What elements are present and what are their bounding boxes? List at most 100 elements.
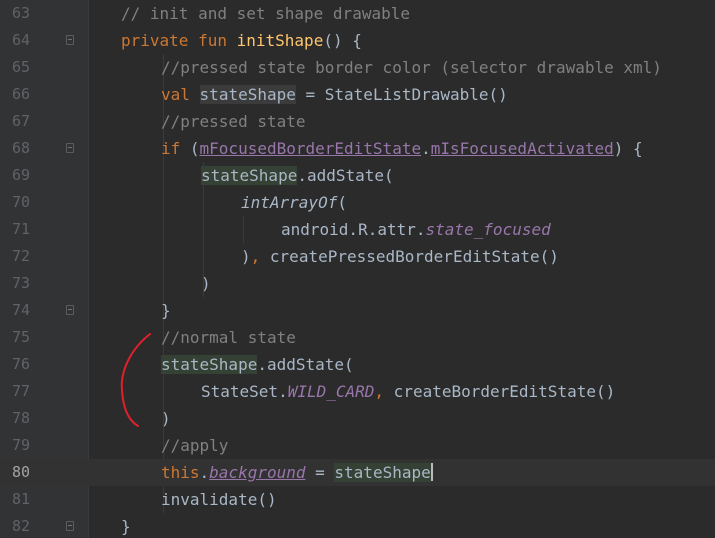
code-text: .addState( <box>257 355 354 374</box>
line-code: private fun initShape() { <box>121 27 362 54</box>
code-line[interactable]: 76 stateShape.addState( <box>0 351 715 378</box>
code-text: ) { <box>613 139 643 158</box>
line-code: ), createPressedBorderEditState() <box>241 243 559 270</box>
code-text: . <box>199 463 210 482</box>
line-code: //pressed state <box>161 108 306 135</box>
code-text: ) <box>161 409 171 428</box>
line-code: stateShape.addState( <box>161 351 354 378</box>
property-reference[interactable]: mIsFocusedActivated <box>431 139 614 158</box>
code-text: } <box>161 301 171 320</box>
line-code: stateShape.addState( <box>201 162 394 189</box>
comment: //normal state <box>161 328 296 347</box>
line-code: // init and set shape drawable <box>121 0 410 27</box>
code-line[interactable]: 75 //normal state <box>0 324 715 351</box>
keyword: private <box>121 31 189 50</box>
line-number: 66 <box>11 85 30 103</box>
code-text: .addState( <box>297 166 394 185</box>
line-number: 74 <box>11 301 30 319</box>
line-code: ) <box>201 270 211 297</box>
line-number: 72 <box>11 247 30 265</box>
code-line[interactable]: 72 ), createPressedBorderEditState() <box>0 243 715 270</box>
line-code: } <box>121 513 131 538</box>
code-line[interactable]: 79 //apply <box>0 432 715 459</box>
variable-usage-highlight: stateShape <box>161 355 258 374</box>
code-text: invalidate() <box>161 490 277 509</box>
line-number: 68 <box>11 139 30 157</box>
line-code: } <box>161 297 171 324</box>
code-line[interactable]: 69 stateShape.addState( <box>0 162 715 189</box>
code-text: } <box>121 517 131 536</box>
text-caret <box>430 463 433 481</box>
line-number: 79 <box>11 436 30 454</box>
code-text: () { <box>323 31 362 50</box>
code-text: android.R.attr. <box>281 220 426 239</box>
property-reference[interactable]: background <box>209 463 305 482</box>
line-number: 82 <box>11 517 30 535</box>
line-code: val stateShape = StateListDrawable() <box>161 81 508 108</box>
line-number: 76 <box>11 355 30 373</box>
line-number: 64 <box>11 31 30 49</box>
code-text: ) <box>201 274 211 293</box>
line-code: intArrayOf( <box>241 189 347 216</box>
code-line[interactable]: 68 if (mFocusedBorderEditState.mIsFocuse… <box>0 135 715 162</box>
fold-collapse-icon[interactable] <box>66 35 74 45</box>
keyword: this <box>161 463 200 482</box>
code-text: StateSet. <box>201 382 288 401</box>
line-number: 69 <box>11 166 30 184</box>
variable-usage-highlight: stateShape <box>201 166 298 185</box>
fold-end-icon[interactable] <box>66 305 74 315</box>
fold-collapse-icon[interactable] <box>66 143 74 153</box>
function-name: initShape <box>236 31 324 50</box>
line-number: 65 <box>11 58 30 76</box>
comma: , <box>374 382 385 401</box>
code-text: ( <box>337 193 347 212</box>
static-field: state_focused <box>425 220 551 239</box>
code-line[interactable]: 77 StateSet.WILD_CARD, createBorderEditS… <box>0 378 715 405</box>
comment: //pressed state border color (selector d… <box>161 58 662 77</box>
line-number: 63 <box>11 4 30 22</box>
code-line-current[interactable]: 80 this.background = stateShape <box>0 459 715 486</box>
line-code: android.R.attr.state_focused <box>281 216 551 243</box>
code-text: = StateListDrawable() <box>295 85 508 104</box>
line-code: //pressed state border color (selector d… <box>161 54 662 81</box>
red-bracket-annotation <box>120 333 151 427</box>
line-number: 78 <box>11 409 30 427</box>
line-number: 67 <box>11 112 30 130</box>
comment: // init and set shape drawable <box>121 4 410 23</box>
keyword: if <box>161 139 181 158</box>
code-line[interactable]: 82 } <box>0 513 715 538</box>
code-line[interactable]: 66 val stateShape = StateListDrawable() <box>0 81 715 108</box>
code-line[interactable]: 64 private fun initShape() { <box>0 27 715 54</box>
code-line[interactable]: 70 intArrayOf( <box>0 189 715 216</box>
keyword: fun <box>198 31 227 50</box>
code-text: . <box>421 139 431 158</box>
code-text: createBorderEditState() <box>384 382 616 401</box>
line-code: invalidate() <box>161 486 277 513</box>
code-line[interactable]: 71 android.R.attr.state_focused <box>0 216 715 243</box>
code-line[interactable]: 65 //pressed state border color (selecto… <box>0 54 715 81</box>
line-number: 73 <box>11 274 30 292</box>
code-text: ) <box>241 247 251 266</box>
line-number: 81 <box>11 490 30 508</box>
static-field: WILD_CARD <box>287 382 375 401</box>
comment: //apply <box>161 436 229 455</box>
line-code: this.background = stateShape <box>161 459 433 486</box>
code-line[interactable]: 81 invalidate() <box>0 486 715 513</box>
property-reference[interactable]: mFocusedBorderEditState <box>200 139 422 158</box>
keyword: val <box>161 85 190 104</box>
code-line[interactable]: 74 } <box>0 297 715 324</box>
function-call: intArrayOf <box>241 193 338 212</box>
code-text: = <box>305 463 335 482</box>
code-line[interactable]: 78 ) <box>0 405 715 432</box>
code-line[interactable]: 73 ) <box>0 270 715 297</box>
comment: //pressed state <box>161 112 306 131</box>
fold-end-icon[interactable] <box>66 521 74 531</box>
code-line[interactable]: 67 //pressed state <box>0 108 715 135</box>
code-line[interactable]: 63 // init and set shape drawable <box>0 0 715 27</box>
line-number: 80 <box>11 463 30 481</box>
code-text: ( <box>180 139 200 158</box>
code-editor[interactable]: 63 // init and set shape drawable 64 pri… <box>0 0 715 538</box>
line-code: //normal state <box>161 324 296 351</box>
line-number: 77 <box>11 382 30 400</box>
variable-usage-highlight: stateShape <box>334 463 431 482</box>
